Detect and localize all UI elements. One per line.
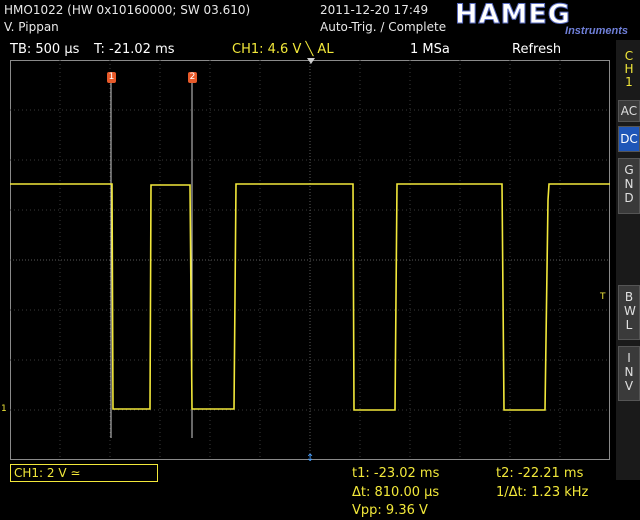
graticule-center <box>10 60 610 460</box>
user-name: V. Pippan <box>4 20 59 34</box>
trigger-time[interactable]: T: -21.02 ms <box>94 42 175 57</box>
logo-subtitle: Instruments <box>565 25 628 37</box>
waveform-svg <box>10 60 610 460</box>
scope-screen[interactable] <box>10 60 610 460</box>
datetime: 2011-12-20 17:49 <box>320 3 429 17</box>
delta-t: Δt: 810.00 µs <box>352 485 440 500</box>
invert-button[interactable]: INV <box>618 346 640 401</box>
cursor-2-label[interactable]: 2 <box>188 72 197 83</box>
info-bar: TB: 500 µs T: -21.02 ms CH1: 4.6 V ╲ AL … <box>0 40 640 60</box>
trigger-level-marker[interactable]: T <box>600 292 606 302</box>
channel-trigger[interactable]: CH1: 4.6 V ╲ AL <box>232 42 334 57</box>
inverse-delta-t: 1/Δt: 1.23 kHz <box>496 485 589 500</box>
hameg-logo: HAMEG Instruments <box>455 1 630 38</box>
device-info: HMO1022 (HW 0x10160000; SW 03.610) <box>4 3 251 17</box>
coupling-gnd-button[interactable]: GND <box>618 158 640 214</box>
trigger-status: Auto-Trig. / Complete <box>320 20 447 34</box>
horizontal-position-icon[interactable]: ↕ <box>306 453 314 464</box>
coupling-dc-button[interactable]: DC <box>618 126 640 152</box>
vpp-measurement: Vpp: 9.36 V <box>352 503 428 518</box>
acquisition-mode[interactable]: Refresh <box>512 42 561 57</box>
bwl-button[interactable]: BWL <box>618 285 640 340</box>
timebase[interactable]: TB: 500 µs <box>10 42 79 57</box>
cursor-1-label[interactable]: 1 <box>107 72 116 83</box>
header-bar: HMO1022 (HW 0x10160000; SW 03.610) V. Pi… <box>0 0 640 40</box>
channel-label: CH1 <box>624 49 634 89</box>
cursor-t2: t2: -22.21 ms <box>496 466 584 481</box>
cursor-t1: t1: -23.02 ms <box>352 466 440 481</box>
sample-rate[interactable]: 1 MSa <box>410 42 450 57</box>
channel-setting[interactable]: CH1: 2 V ≃ <box>10 464 158 482</box>
coupling-ac-button[interactable]: AC <box>618 100 640 122</box>
ground-marker[interactable]: 1 <box>1 404 7 414</box>
trigger-position-icon <box>307 58 315 64</box>
